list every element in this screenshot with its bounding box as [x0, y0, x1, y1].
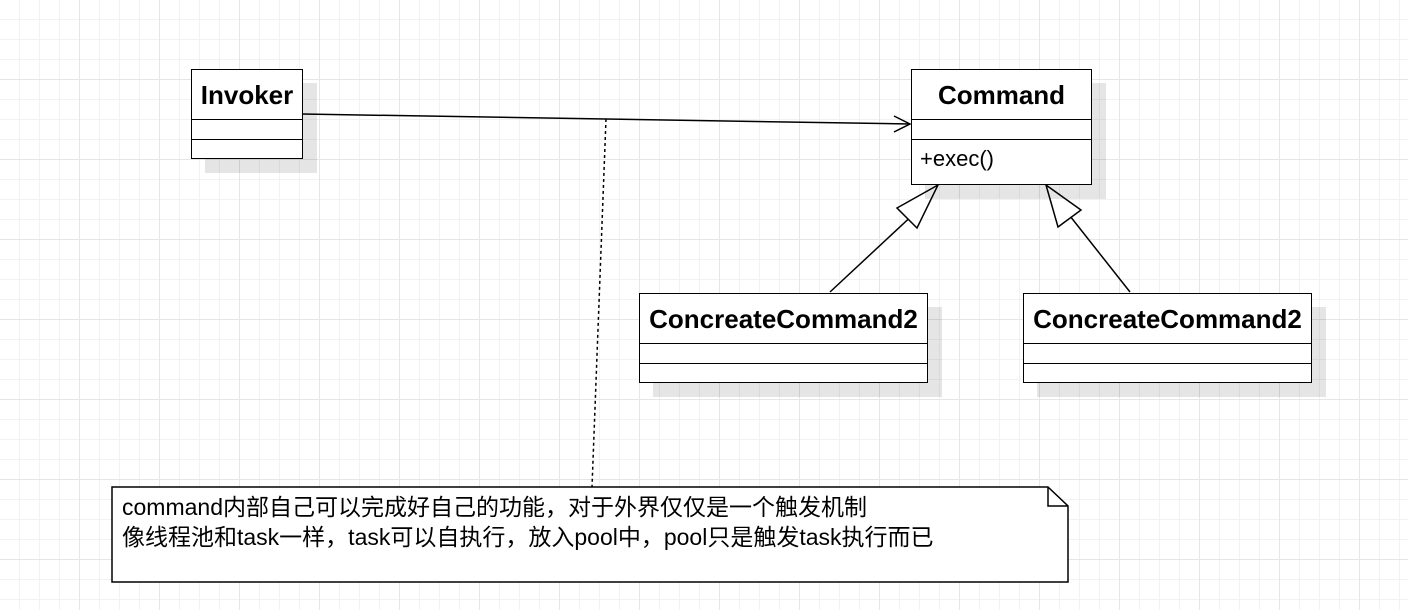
class-invoker-name: Invoker [192, 70, 302, 120]
note-anchor-line [591, 118, 607, 488]
note-line-1: command内部自己可以完成好自己的功能，对于外界仅仅是一个触发机制 [122, 494, 867, 520]
generalization-right-triangle [1044, 183, 1083, 229]
class-invoker-operations [192, 140, 302, 158]
class-concrete-left-operations [640, 364, 927, 382]
class-concrete-right-name: ConcreateCommand2 [1024, 294, 1311, 344]
class-concrete-right-operations [1024, 364, 1311, 382]
class-invoker-attributes [192, 120, 302, 140]
class-invoker[interactable]: Invoker [191, 69, 303, 159]
generalization-left-line[interactable] [829, 210, 918, 293]
class-command[interactable]: Command +exec() [911, 69, 1092, 185]
class-command-name: Command [912, 70, 1091, 120]
class-concrete-left-name: ConcreateCommand2 [640, 294, 927, 344]
note-line-2: 像线程池和task一样，task可以自执行，放入pool中，pool只是触发ta… [122, 524, 934, 550]
class-concrete-right-attributes [1024, 344, 1311, 364]
class-concrete-command-left[interactable]: ConcreateCommand2 [639, 293, 928, 383]
note-text: command内部自己可以完成好自己的功能，对于外界仅仅是一个触发机制 像线程池… [122, 492, 1052, 552]
generalization-left-triangle [895, 183, 940, 230]
generalization-right-line[interactable] [1069, 215, 1131, 293]
association-invoker-command[interactable] [301, 113, 911, 125]
class-command-attributes [912, 120, 1091, 140]
class-command-operation: +exec() [920, 146, 994, 171]
class-concrete-left-attributes [640, 344, 927, 364]
class-concrete-command-right[interactable]: ConcreateCommand2 [1023, 293, 1312, 383]
